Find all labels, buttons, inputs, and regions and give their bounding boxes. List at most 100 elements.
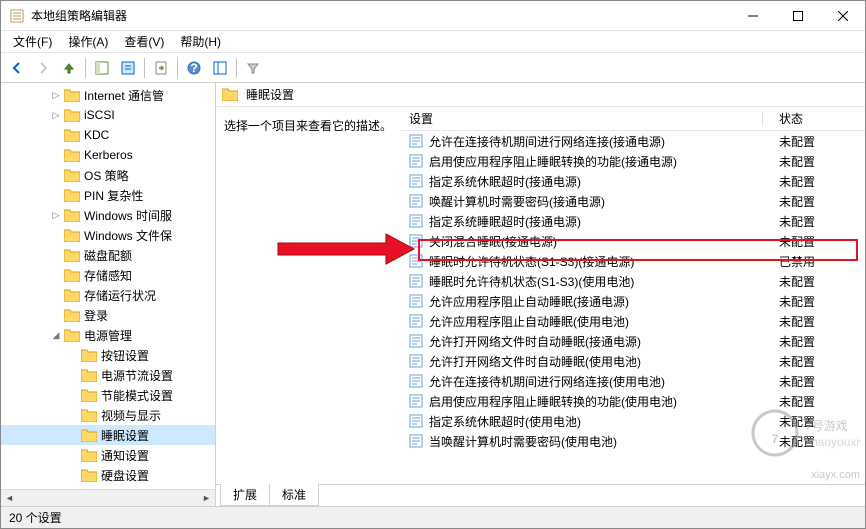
setting-state: 未配置: [771, 373, 865, 390]
tree-label: Kerberos: [84, 148, 133, 162]
tab-standard[interactable]: 标准: [269, 484, 319, 506]
help-button[interactable]: ?: [182, 56, 206, 80]
tree-item[interactable]: 视频与显示: [1, 405, 215, 425]
menu-view[interactable]: 查看(V): [116, 31, 172, 52]
setting-row[interactable]: 允许应用程序阻止自动睡眠(接通电源)未配置: [401, 291, 865, 311]
menu-action[interactable]: 操作(A): [60, 31, 116, 52]
scroll-left-icon[interactable]: ◄: [1, 490, 18, 507]
menu-file[interactable]: 文件(F): [5, 31, 60, 52]
close-button[interactable]: [820, 1, 865, 30]
tree-label: 电源节流设置: [101, 367, 173, 384]
setting-state: 未配置: [771, 153, 865, 170]
tree-pane: ▷Internet 通信管▷iSCSIKDC Kerberos OS 策略 PIN 复…: [1, 83, 216, 506]
tree-hscrollbar[interactable]: ◄ ►: [1, 489, 215, 506]
setting-row[interactable]: 指定系统休眠超时(接通电源)未配置: [401, 171, 865, 191]
setting-icon: [409, 414, 423, 428]
breadcrumb-label: 睡眠设置: [246, 86, 294, 103]
show-hide-button[interactable]: [90, 56, 114, 80]
folder-icon: [81, 409, 97, 422]
setting-icon: [409, 394, 423, 408]
folder-icon: [64, 149, 80, 162]
setting-icon: [409, 314, 423, 328]
up-button[interactable]: [57, 56, 81, 80]
tree-label: Windows 文件保: [84, 227, 172, 244]
tree-item[interactable]: Kerberos: [1, 145, 215, 165]
tab-extended[interactable]: 扩展: [220, 484, 270, 506]
setting-state: 未配置: [771, 193, 865, 210]
tree-item[interactable]: ◢电源管理: [1, 325, 215, 345]
folder-icon: [81, 349, 97, 362]
setting-row[interactable]: 启用使应用程序阻止睡眠转换的功能(使用电池)未配置: [401, 391, 865, 411]
setting-row[interactable]: 允许应用程序阻止自动睡眠(使用电池)未配置: [401, 311, 865, 331]
setting-row[interactable]: 允许在连接待机期间进行网络连接(接通电源)未配置: [401, 131, 865, 151]
tab-bar: 扩展 标准: [216, 484, 865, 506]
setting-row[interactable]: 唤醒计算机时需要密码(接通电源) 未配置: [401, 191, 865, 211]
tree-toggle-icon[interactable]: ◢: [48, 330, 64, 341]
setting-state: 未配置: [771, 333, 865, 350]
setting-icon: [409, 434, 423, 448]
forward-button[interactable]: [31, 56, 55, 80]
scroll-right-icon[interactable]: ►: [198, 490, 215, 507]
setting-icon: [409, 134, 423, 148]
setting-row[interactable]: 允许打开网络文件时自动睡眠(接通电源)未配置: [401, 331, 865, 351]
breadcrumb: 睡眠设置: [216, 83, 865, 107]
setting-row[interactable]: 允许打开网络文件时自动睡眠(使用电池)未配置: [401, 351, 865, 371]
minimize-button[interactable]: [730, 1, 775, 30]
tree-item[interactable]: 电源节流设置: [1, 365, 215, 385]
toolbar: ?: [1, 53, 865, 83]
setting-row[interactable]: 启用使应用程序阻止睡眠转换的功能(接通电源)未配置: [401, 151, 865, 171]
settings-list: 设置 状态 允许在连接待机期间进行网络连接(接通电源)未配置启用使应用程序阻止睡…: [401, 107, 865, 484]
setting-state: 未配置: [771, 433, 865, 450]
folder-icon: [64, 109, 80, 122]
tree-item[interactable]: 睡眠设置: [1, 425, 215, 445]
setting-row[interactable]: 当唤醒计算机时需要密码(使用电池)未配置: [401, 431, 865, 451]
tree-item[interactable]: KDC: [1, 125, 215, 145]
folder-icon: [64, 169, 80, 182]
tree-item[interactable]: 硬盘设置: [1, 465, 215, 485]
tree-item[interactable]: 存储运行状况: [1, 285, 215, 305]
menu-help[interactable]: 帮助(H): [172, 31, 229, 52]
tree-item[interactable]: Windows 文件保: [1, 225, 215, 245]
setting-state: 未配置: [771, 353, 865, 370]
tool-button[interactable]: [208, 56, 232, 80]
tree-item[interactable]: ▷iSCSI: [1, 105, 215, 125]
tree-item[interactable]: 通知设置: [1, 445, 215, 465]
tree-toggle-icon[interactable]: ▷: [48, 210, 64, 221]
setting-row[interactable]: 睡眠时允许待机状态(S1-S3)(使用电池)未配置: [401, 271, 865, 291]
column-state[interactable]: 状态: [771, 107, 865, 130]
column-setting[interactable]: 设置: [401, 107, 771, 130]
setting-row[interactable]: 关闭混合睡眠(接通电源)未配置: [401, 231, 865, 251]
setting-state: 未配置: [771, 213, 865, 230]
setting-name: 唤醒计算机时需要密码(接通电源): [429, 193, 605, 210]
setting-row[interactable]: 指定系统休眠超时(使用电池)未配置: [401, 411, 865, 431]
tree[interactable]: ▷Internet 通信管▷iSCSIKDC Kerberos OS 策略 PIN 复…: [1, 83, 215, 487]
tree-item[interactable]: 登录: [1, 305, 215, 325]
filter-button[interactable]: [241, 56, 265, 80]
tree-label: 登录: [84, 307, 108, 324]
setting-row[interactable]: 允许在连接待机期间进行网络连接(使用电池)未配置: [401, 371, 865, 391]
folder-icon: [64, 269, 80, 282]
setting-icon: [409, 274, 423, 288]
tree-toggle-icon[interactable]: ▷: [48, 110, 64, 121]
tree-item[interactable]: OS 策略: [1, 165, 215, 185]
setting-name: 允许应用程序阻止自动睡眠(使用电池): [429, 313, 629, 330]
tree-item[interactable]: ▷Windows 时间服: [1, 205, 215, 225]
folder-icon: [64, 229, 80, 242]
setting-row[interactable]: 指定系统睡眠超时(接通电源)未配置: [401, 211, 865, 231]
tree-item[interactable]: PIN 复杂性: [1, 185, 215, 205]
tree-item[interactable]: 节能模式设置: [1, 385, 215, 405]
tree-toggle-icon[interactable]: ▷: [48, 90, 64, 101]
back-button[interactable]: [5, 56, 29, 80]
setting-row[interactable]: 睡眠时允许待机状态(S1-S3)(接通电源)已禁用: [401, 251, 865, 271]
setting-name: 指定系统休眠超时(使用电池): [429, 413, 581, 430]
tree-item[interactable]: 存储感知: [1, 265, 215, 285]
maximize-button[interactable]: [775, 1, 820, 30]
tree-label: PIN 复杂性: [84, 187, 143, 204]
properties-button[interactable]: [116, 56, 140, 80]
tree-item[interactable]: 按钮设置: [1, 345, 215, 365]
right-pane: 睡眠设置 选择一个项目来查看它的描述。 设置 状态 允许在连接待机期间进行网络连…: [216, 83, 865, 506]
export-button[interactable]: [149, 56, 173, 80]
tree-item[interactable]: ▷Internet 通信管: [1, 85, 215, 105]
tree-item[interactable]: 磁盘配额: [1, 245, 215, 265]
folder-icon: [64, 129, 80, 142]
